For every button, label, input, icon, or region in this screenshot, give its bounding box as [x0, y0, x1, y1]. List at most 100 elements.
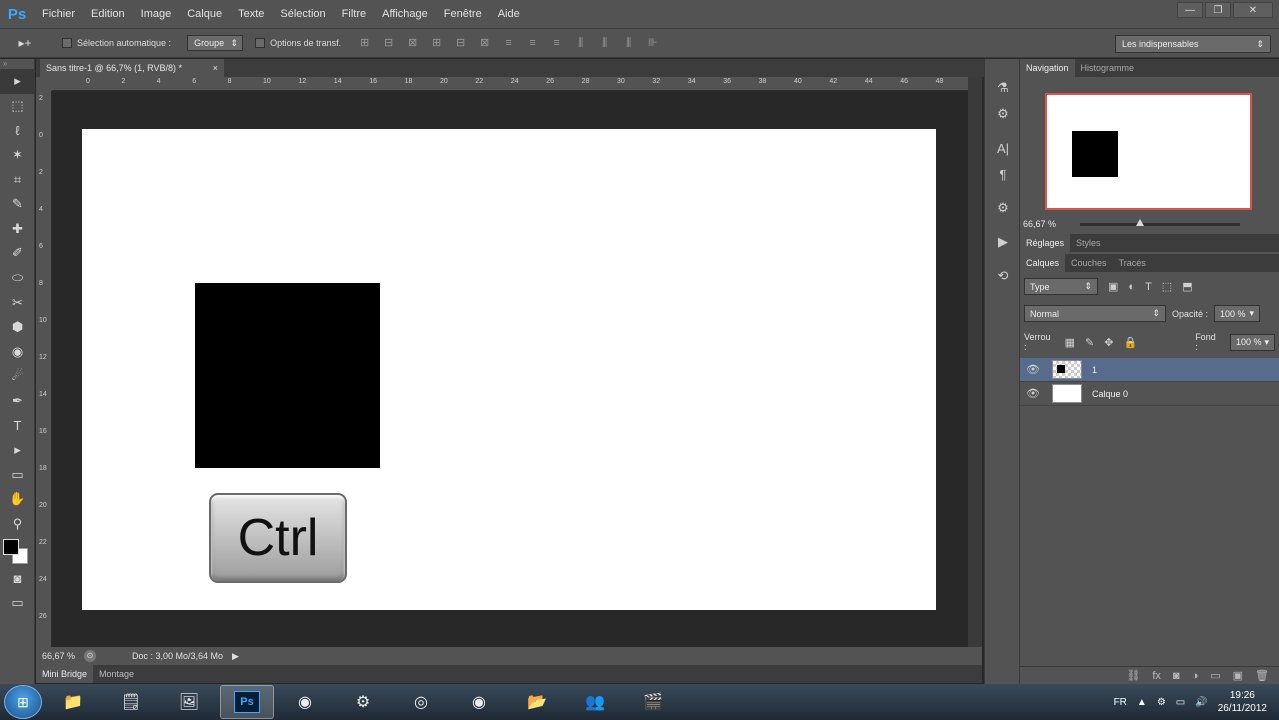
- taskbar-explorer-icon[interactable]: 📁: [46, 685, 100, 719]
- paragraph-panel-icon[interactable]: ¶: [985, 161, 1021, 187]
- menu-affichage[interactable]: Affichage: [374, 8, 436, 20]
- character-panel-icon[interactable]: A|: [985, 135, 1021, 161]
- path-selection-tool-icon[interactable]: ▸: [0, 438, 35, 463]
- start-button[interactable]: ⊞: [4, 685, 42, 719]
- taskbar-blender-icon[interactable]: ⚙: [336, 685, 390, 719]
- align-vcenter-icon[interactable]: ⊟: [381, 36, 396, 50]
- lock-position-icon[interactable]: ✥: [1104, 336, 1113, 349]
- new-adjustment-icon[interactable]: ◑: [1192, 670, 1199, 682]
- status-zoom[interactable]: 66,67 %: [36, 651, 84, 661]
- menu-fenetre[interactable]: Fenêtre: [436, 8, 490, 20]
- distribute-right-icon[interactable]: ⫼: [621, 36, 636, 50]
- screen-mode-icon[interactable]: ▭: [0, 591, 35, 616]
- status-info-icon[interactable]: ⊙: [84, 650, 96, 662]
- rectangle-tool-icon[interactable]: ▭: [0, 463, 35, 488]
- lock-pixels-icon[interactable]: ✎: [1085, 336, 1094, 349]
- menu-filtre[interactable]: Filtre: [334, 8, 374, 20]
- new-layer-icon[interactable]: ▣: [1233, 669, 1243, 682]
- close-icon[interactable]: ×: [213, 63, 218, 73]
- tab-montage[interactable]: Montage: [93, 665, 140, 683]
- transform-controls-checkbox[interactable]: [255, 38, 266, 48]
- zoom-tool-icon[interactable]: ⚲: [0, 512, 35, 537]
- blur-tool-icon[interactable]: ☄: [0, 364, 35, 389]
- lock-transparency-icon[interactable]: ▦: [1065, 336, 1075, 349]
- layer-filter-dropdown[interactable]: Type ⇕: [1024, 278, 1098, 295]
- blend-mode-dropdown[interactable]: Normal ⇕: [1024, 305, 1166, 322]
- tab-paths[interactable]: Tracés: [1113, 254, 1152, 272]
- hand-tool-icon[interactable]: ✋: [0, 487, 35, 512]
- auto-select-checkbox[interactable]: [62, 38, 72, 48]
- navigator-preview[interactable]: [1045, 93, 1252, 210]
- taskbar-folder-icon[interactable]: 📂: [510, 685, 564, 719]
- horizontal-ruler[interactable]: 0 2 4 6 8 10 12 14 16 18 20 22 24 26 28 30 32 34 36 38 40 42 4…: [52, 77, 968, 91]
- layer-row[interactable]: 👁 1: [1020, 358, 1279, 382]
- layer-style-icon[interactable]: fx: [1152, 670, 1161, 682]
- filter-adjustment-icon[interactable]: ◐: [1128, 281, 1135, 293]
- opacity-field[interactable]: 100 % ▾: [1214, 305, 1261, 322]
- show-hidden-icons-icon[interactable]: ▲: [1137, 697, 1147, 708]
- vertical-scrollbar[interactable]: [968, 77, 982, 647]
- align-hcenter-icon[interactable]: ⊟: [453, 36, 468, 50]
- tab-channels[interactable]: Couches: [1065, 254, 1113, 272]
- navigator-zoom-slider[interactable]: [1080, 218, 1241, 226]
- distribute-bottom-icon[interactable]: ≡: [549, 36, 564, 50]
- quick-mask-icon[interactable]: ◙: [0, 566, 35, 591]
- menu-edition[interactable]: Edition: [83, 8, 133, 20]
- black-square-layer[interactable]: [195, 283, 380, 468]
- type-tool-icon[interactable]: T: [0, 413, 35, 438]
- panel-grip-icon[interactable]: »: [0, 59, 34, 69]
- distribute-hcenter-icon[interactable]: ⫼: [597, 36, 612, 50]
- auto-select-dropdown[interactable]: Groupe ⇕: [187, 35, 244, 51]
- tab-adjustments[interactable]: Réglages: [1020, 234, 1071, 252]
- clone-stamp-tool-icon[interactable]: ⬭: [0, 266, 35, 291]
- clock[interactable]: 19:26 26/11/2012: [1218, 689, 1267, 715]
- language-indicator[interactable]: FR: [1114, 697, 1127, 708]
- link-layers-icon[interactable]: ⛓: [1126, 669, 1140, 682]
- taskbar-media-icon[interactable]: ◎: [394, 685, 448, 719]
- menu-texte[interactable]: Texte: [230, 8, 272, 20]
- distribute-left-icon[interactable]: ⫼: [573, 36, 588, 50]
- taskbar-images-icon[interactable]: 🖼: [162, 685, 216, 719]
- auto-align-icon[interactable]: ⊪: [645, 36, 660, 50]
- eyedropper-tool-icon[interactable]: ✎: [0, 192, 35, 217]
- taskbar-photoshop-button[interactable]: Ps: [220, 685, 274, 719]
- ruler-corner[interactable]: [36, 77, 52, 91]
- move-tool-preset-icon[interactable]: ▸+: [0, 36, 50, 50]
- marquee-tool-icon[interactable]: ⬚: [0, 94, 35, 119]
- taskbar-users-icon[interactable]: 👥: [568, 685, 622, 719]
- tab-layers[interactable]: Calques: [1020, 254, 1066, 272]
- menu-aide[interactable]: Aide: [490, 8, 528, 20]
- workspace-selector[interactable]: Les indispensables ⇕: [1115, 35, 1271, 53]
- slider-thumb-icon[interactable]: [1136, 218, 1145, 226]
- layer-name[interactable]: 1: [1092, 365, 1097, 375]
- history-panel-icon[interactable]: ⟲: [985, 263, 1021, 289]
- tab-navigation[interactable]: Navigation: [1020, 59, 1075, 77]
- add-mask-icon[interactable]: ◙: [1173, 670, 1180, 682]
- filter-pixel-icon[interactable]: ▣: [1108, 280, 1118, 293]
- brush-presets-icon[interactable]: ⚗: [985, 75, 1021, 101]
- brush-settings-icon[interactable]: ⚙: [985, 101, 1021, 127]
- navigator-zoom-value[interactable]: 66,67 %: [1023, 219, 1056, 229]
- taskbar-notes-icon[interactable]: 🗒: [104, 685, 158, 719]
- tab-mini-bridge[interactable]: Mini Bridge: [36, 665, 94, 683]
- actions-panel-icon[interactable]: ▶: [985, 229, 1021, 255]
- pen-tool-icon[interactable]: ✒: [0, 389, 35, 414]
- tab-histogram[interactable]: Histogramme: [1075, 59, 1141, 77]
- photoshop-logo[interactable]: Ps: [0, 0, 34, 28]
- align-top-icon[interactable]: ⊞: [357, 36, 372, 50]
- tool-presets-icon[interactable]: ⚙: [985, 195, 1021, 221]
- layer-name[interactable]: Calque 0: [1092, 389, 1128, 399]
- filter-type-icon[interactable]: T: [1145, 281, 1152, 293]
- new-group-icon[interactable]: ▭: [1210, 669, 1220, 682]
- distribute-top-icon[interactable]: ≡: [501, 36, 516, 50]
- menu-image[interactable]: Image: [133, 8, 180, 20]
- filter-smart-object-icon[interactable]: ⬒: [1182, 280, 1192, 293]
- distribute-vcenter-icon[interactable]: ≡: [525, 36, 540, 50]
- vertical-ruler[interactable]: 2 0 2 4 6 8 10 12 14 16 18 20 22 24 26: [36, 91, 52, 647]
- close-button[interactable]: ✕: [1233, 2, 1273, 18]
- healing-brush-tool-icon[interactable]: ✚: [0, 217, 35, 242]
- align-left-icon[interactable]: ⊞: [429, 36, 444, 50]
- lock-all-icon[interactable]: 🔒: [1123, 336, 1137, 349]
- eye-icon[interactable]: 👁: [1020, 387, 1046, 400]
- crop-tool-icon[interactable]: ⌗: [0, 167, 35, 192]
